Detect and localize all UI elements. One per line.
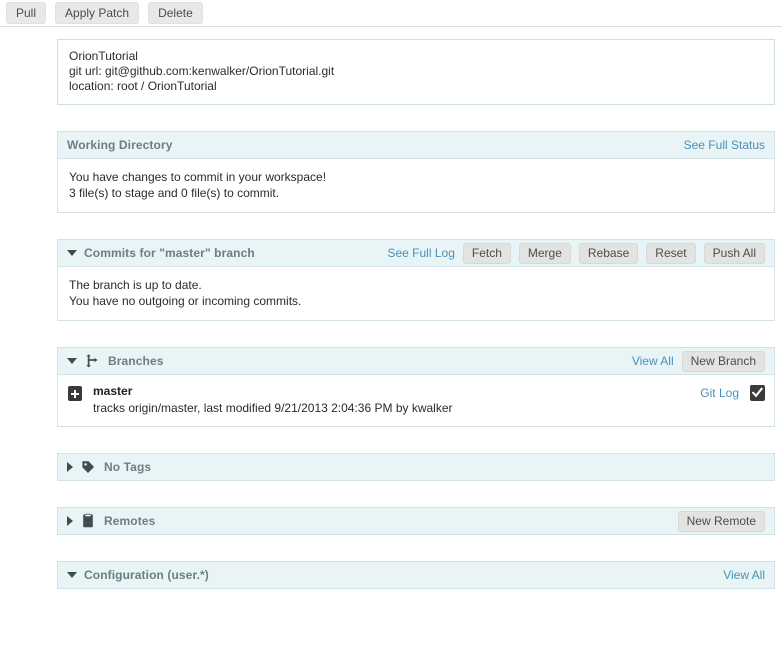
configuration-title: Configuration (user.*) <box>84 568 209 582</box>
working-directory-panel: Working Directory See Full Status You ha… <box>57 131 775 213</box>
top-toolbar: Pull Apply Patch Delete <box>0 0 782 27</box>
merge-button[interactable]: Merge <box>518 242 571 264</box>
branch-info: master tracks origin/master, last modifi… <box>93 384 700 416</box>
working-directory-line-2: 3 file(s) to stage and 0 file(s) to comm… <box>69 186 280 200</box>
working-directory-header: Working Directory See Full Status <box>58 132 774 158</box>
commits-line-1: The branch is up to date. <box>69 278 202 292</box>
tag-icon <box>80 459 96 475</box>
tags-panel: No Tags <box>57 453 775 481</box>
configuration-panel: Configuration (user.*) View All <box>57 561 775 589</box>
remotes-header[interactable]: Remotes New Remote <box>58 508 774 534</box>
git-log-link[interactable]: Git Log <box>700 386 739 400</box>
repository-info-box: OrionTutorial git url: git@github.com:ke… <box>57 39 775 105</box>
chevron-right-icon[interactable] <box>67 462 73 472</box>
chevron-down-icon[interactable] <box>67 250 77 256</box>
reset-button[interactable]: Reset <box>646 242 696 264</box>
delete-button[interactable]: Delete <box>148 2 203 24</box>
working-directory-section: Working Directory See Full Status You ha… <box>57 131 775 213</box>
branches-header[interactable]: Branches View All New Branch <box>58 348 774 374</box>
branch-details: tracks origin/master, last modified 9/21… <box>93 401 453 415</box>
branches-body: master tracks origin/master, last modifi… <box>58 374 774 426</box>
rebase-button[interactable]: Rebase <box>578 242 639 264</box>
add-branch-icon[interactable] <box>68 386 82 401</box>
repository-git-url: git url: git@github.com:kenwalker/OrionT… <box>69 64 335 78</box>
branches-section: Branches View All New Branch master trac… <box>57 347 775 427</box>
configuration-section: Configuration (user.*) View All <box>57 561 775 589</box>
pull-button[interactable]: Pull <box>6 2 47 24</box>
branch-actions: Git Log <box>700 385 765 401</box>
git-branch-icon <box>84 353 100 369</box>
chevron-down-icon[interactable] <box>67 358 77 364</box>
new-branch-button[interactable]: New Branch <box>681 350 765 372</box>
remotes-section: Remotes New Remote <box>57 507 775 535</box>
new-remote-button[interactable]: New Remote <box>677 510 765 532</box>
branches-title: Branches <box>108 354 164 368</box>
tags-title: No Tags <box>104 460 152 474</box>
tags-section: No Tags <box>57 453 775 481</box>
checkout-branch-icon[interactable] <box>750 385 765 401</box>
see-full-log-link[interactable]: See Full Log <box>387 246 454 260</box>
fetch-button[interactable]: Fetch <box>462 242 511 264</box>
working-directory-body: You have changes to commit in your works… <box>58 158 774 212</box>
commits-line-2: You have no outgoing or incoming commits… <box>69 294 302 308</box>
branch-name: master <box>93 384 133 398</box>
working-directory-line-1: You have changes to commit in your works… <box>69 170 327 184</box>
commits-body: The branch is up to date. You have no ou… <box>58 266 774 320</box>
commits-header[interactable]: Commits for "master" branch See Full Log… <box>58 240 774 266</box>
see-full-status-link[interactable]: See Full Status <box>684 138 765 152</box>
chevron-down-icon[interactable] <box>67 572 77 578</box>
chevron-right-icon[interactable] <box>67 516 73 526</box>
working-directory-title: Working Directory <box>67 138 173 152</box>
apply-patch-button[interactable]: Apply Patch <box>55 2 140 24</box>
remotes-panel: Remotes New Remote <box>57 507 775 535</box>
remotes-title: Remotes <box>104 514 156 528</box>
configuration-header[interactable]: Configuration (user.*) View All <box>58 562 774 588</box>
push-all-button[interactable]: Push All <box>703 242 765 264</box>
database-icon <box>80 513 96 529</box>
branches-panel: Branches View All New Branch master trac… <box>57 347 775 427</box>
table-row[interactable]: master tracks origin/master, last modifi… <box>58 375 774 426</box>
page-content: OrionTutorial git url: git@github.com:ke… <box>0 39 782 589</box>
branches-view-all-link[interactable]: View All <box>632 354 674 368</box>
tags-header[interactable]: No Tags <box>58 454 774 480</box>
repository-location: location: root / OrionTutorial <box>69 79 217 93</box>
configuration-view-all-link[interactable]: View All <box>723 568 765 582</box>
commits-title: Commits for "master" branch <box>84 246 255 260</box>
repository-name: OrionTutorial <box>69 49 138 63</box>
repository-info-section: OrionTutorial git url: git@github.com:ke… <box>57 39 775 105</box>
commits-section: Commits for "master" branch See Full Log… <box>57 239 775 321</box>
commits-panel: Commits for "master" branch See Full Log… <box>57 239 775 321</box>
